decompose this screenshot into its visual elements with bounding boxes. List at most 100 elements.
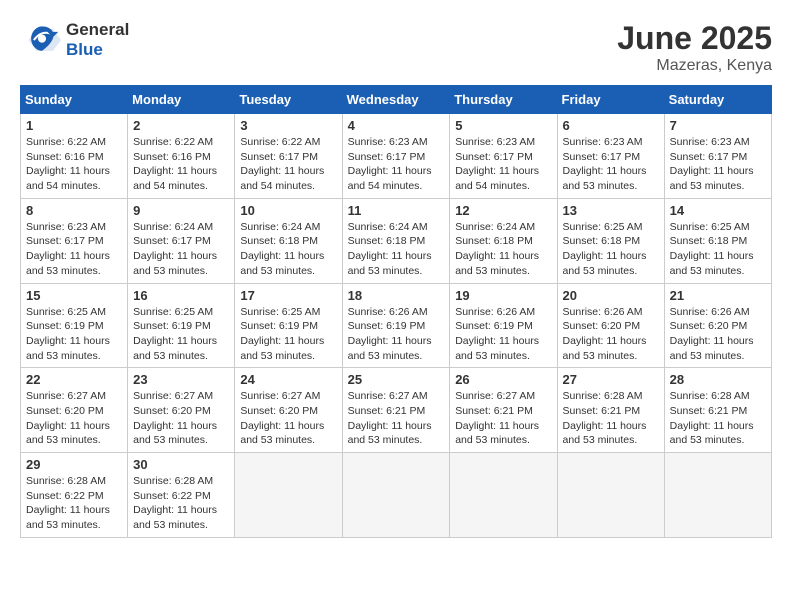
sunset-label: Sunset: 6:21 PM <box>455 405 533 417</box>
day-info: Sunrise: 6:25 AM Sunset: 6:19 PM Dayligh… <box>26 305 122 364</box>
sunrise-label: Sunrise: 6:26 AM <box>670 306 750 318</box>
day-info: Sunrise: 6:24 AM Sunset: 6:18 PM Dayligh… <box>348 220 445 279</box>
logo-general: General <box>66 20 129 40</box>
calendar-cell <box>235 453 342 538</box>
day-number: 20 <box>563 288 659 303</box>
sunset-label: Sunset: 6:19 PM <box>26 320 104 332</box>
day-number: 9 <box>133 203 229 218</box>
calendar-header-row: SundayMondayTuesdayWednesdayThursdayFrid… <box>21 86 772 114</box>
sunset-label: Sunset: 6:19 PM <box>348 320 426 332</box>
sunset-label: Sunset: 6:18 PM <box>348 235 426 247</box>
day-number: 19 <box>455 288 551 303</box>
location: Mazeras, Kenya <box>617 57 772 75</box>
calendar-cell: 20 Sunrise: 6:26 AM Sunset: 6:20 PM Dayl… <box>557 283 664 368</box>
day-number: 7 <box>670 118 766 133</box>
sunrise-label: Sunrise: 6:24 AM <box>348 221 428 233</box>
sunrise-label: Sunrise: 6:24 AM <box>133 221 213 233</box>
daylight-label: Daylight: 11 hours and 53 minutes. <box>670 335 754 362</box>
calendar-cell: 29 Sunrise: 6:28 AM Sunset: 6:22 PM Dayl… <box>21 453 128 538</box>
day-number: 4 <box>348 118 445 133</box>
sunrise-label: Sunrise: 6:26 AM <box>348 306 428 318</box>
calendar-cell <box>342 453 450 538</box>
day-number: 29 <box>26 457 122 472</box>
daylight-label: Daylight: 11 hours and 54 minutes. <box>455 165 539 192</box>
calendar-cell: 26 Sunrise: 6:27 AM Sunset: 6:21 PM Dayl… <box>450 368 557 453</box>
daylight-label: Daylight: 11 hours and 53 minutes. <box>563 335 647 362</box>
calendar-cell <box>557 453 664 538</box>
month-title: June 2025 <box>617 20 772 57</box>
daylight-label: Daylight: 11 hours and 53 minutes. <box>670 250 754 277</box>
sunset-label: Sunset: 6:19 PM <box>240 320 318 332</box>
calendar-week-row: 15 Sunrise: 6:25 AM Sunset: 6:19 PM Dayl… <box>21 283 772 368</box>
calendar-cell: 27 Sunrise: 6:28 AM Sunset: 6:21 PM Dayl… <box>557 368 664 453</box>
calendar-cell: 4 Sunrise: 6:23 AM Sunset: 6:17 PM Dayli… <box>342 114 450 199</box>
daylight-label: Daylight: 11 hours and 53 minutes. <box>133 335 217 362</box>
daylight-label: Daylight: 11 hours and 53 minutes. <box>133 504 217 531</box>
sunset-label: Sunset: 6:20 PM <box>563 320 641 332</box>
sunset-label: Sunset: 6:17 PM <box>455 151 533 163</box>
day-number: 13 <box>563 203 659 218</box>
sunrise-label: Sunrise: 6:27 AM <box>348 390 428 402</box>
sunset-label: Sunset: 6:22 PM <box>26 490 104 502</box>
calendar-cell: 9 Sunrise: 6:24 AM Sunset: 6:17 PM Dayli… <box>128 198 235 283</box>
sunset-label: Sunset: 6:16 PM <box>133 151 211 163</box>
sunrise-label: Sunrise: 6:28 AM <box>26 475 106 487</box>
daylight-label: Daylight: 11 hours and 53 minutes. <box>348 335 432 362</box>
day-info: Sunrise: 6:26 AM Sunset: 6:19 PM Dayligh… <box>348 305 445 364</box>
sunrise-label: Sunrise: 6:28 AM <box>670 390 750 402</box>
calendar-cell: 14 Sunrise: 6:25 AM Sunset: 6:18 PM Dayl… <box>664 198 771 283</box>
sunrise-label: Sunrise: 6:26 AM <box>455 306 535 318</box>
calendar-cell <box>664 453 771 538</box>
day-number: 24 <box>240 372 336 387</box>
logo-text: General Blue <box>66 20 129 61</box>
daylight-label: Daylight: 11 hours and 53 minutes. <box>26 504 110 531</box>
sunrise-label: Sunrise: 6:25 AM <box>133 306 213 318</box>
calendar-cell: 25 Sunrise: 6:27 AM Sunset: 6:21 PM Dayl… <box>342 368 450 453</box>
calendar-cell: 28 Sunrise: 6:28 AM Sunset: 6:21 PM Dayl… <box>664 368 771 453</box>
daylight-label: Daylight: 11 hours and 53 minutes. <box>133 250 217 277</box>
sunset-label: Sunset: 6:16 PM <box>26 151 104 163</box>
sunrise-label: Sunrise: 6:26 AM <box>563 306 643 318</box>
sunrise-label: Sunrise: 6:25 AM <box>563 221 643 233</box>
calendar-table: SundayMondayTuesdayWednesdayThursdayFrid… <box>20 85 772 538</box>
daylight-label: Daylight: 11 hours and 53 minutes. <box>455 420 539 447</box>
column-header-tuesday: Tuesday <box>235 86 342 114</box>
sunrise-label: Sunrise: 6:23 AM <box>455 136 535 148</box>
day-number: 6 <box>563 118 659 133</box>
column-header-sunday: Sunday <box>21 86 128 114</box>
day-info: Sunrise: 6:23 AM Sunset: 6:17 PM Dayligh… <box>348 135 445 194</box>
calendar-cell: 7 Sunrise: 6:23 AM Sunset: 6:17 PM Dayli… <box>664 114 771 199</box>
calendar-cell: 16 Sunrise: 6:25 AM Sunset: 6:19 PM Dayl… <box>128 283 235 368</box>
logo-blue: Blue <box>66 40 129 60</box>
column-header-wednesday: Wednesday <box>342 86 450 114</box>
day-info: Sunrise: 6:22 AM Sunset: 6:17 PM Dayligh… <box>240 135 336 194</box>
sunrise-label: Sunrise: 6:22 AM <box>240 136 320 148</box>
sunrise-label: Sunrise: 6:22 AM <box>133 136 213 148</box>
day-number: 25 <box>348 372 445 387</box>
day-number: 21 <box>670 288 766 303</box>
day-info: Sunrise: 6:27 AM Sunset: 6:20 PM Dayligh… <box>240 389 336 448</box>
sunrise-label: Sunrise: 6:24 AM <box>455 221 535 233</box>
sunrise-label: Sunrise: 6:25 AM <box>670 221 750 233</box>
daylight-label: Daylight: 11 hours and 54 minutes. <box>133 165 217 192</box>
daylight-label: Daylight: 11 hours and 53 minutes. <box>26 335 110 362</box>
day-number: 5 <box>455 118 551 133</box>
day-number: 11 <box>348 203 445 218</box>
calendar-week-row: 8 Sunrise: 6:23 AM Sunset: 6:17 PM Dayli… <box>21 198 772 283</box>
sunset-label: Sunset: 6:21 PM <box>670 405 748 417</box>
calendar-cell: 17 Sunrise: 6:25 AM Sunset: 6:19 PM Dayl… <box>235 283 342 368</box>
day-info: Sunrise: 6:27 AM Sunset: 6:20 PM Dayligh… <box>133 389 229 448</box>
calendar-cell: 22 Sunrise: 6:27 AM Sunset: 6:20 PM Dayl… <box>21 368 128 453</box>
calendar-cell: 13 Sunrise: 6:25 AM Sunset: 6:18 PM Dayl… <box>557 198 664 283</box>
logo: General Blue <box>20 20 129 61</box>
daylight-label: Daylight: 11 hours and 54 minutes. <box>240 165 324 192</box>
sunset-label: Sunset: 6:19 PM <box>455 320 533 332</box>
sunrise-label: Sunrise: 6:23 AM <box>563 136 643 148</box>
calendar-cell: 10 Sunrise: 6:24 AM Sunset: 6:18 PM Dayl… <box>235 198 342 283</box>
page-header: General Blue June 2025 Mazeras, Kenya <box>20 20 772 75</box>
calendar-cell: 21 Sunrise: 6:26 AM Sunset: 6:20 PM Dayl… <box>664 283 771 368</box>
sunrise-label: Sunrise: 6:27 AM <box>240 390 320 402</box>
daylight-label: Daylight: 11 hours and 54 minutes. <box>348 165 432 192</box>
calendar-week-row: 22 Sunrise: 6:27 AM Sunset: 6:20 PM Dayl… <box>21 368 772 453</box>
sunset-label: Sunset: 6:17 PM <box>563 151 641 163</box>
